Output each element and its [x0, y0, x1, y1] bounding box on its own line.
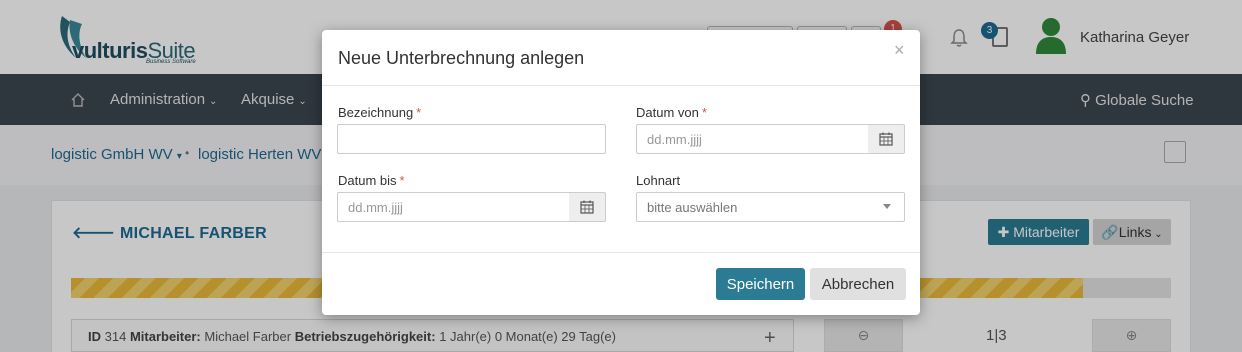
lohnart-label: Lohnart	[636, 173, 681, 188]
datum-bis-label: Datum bis *	[338, 173, 405, 188]
bezeichnung-label-text: Bezeichnung	[338, 105, 414, 120]
datum-von-calendar-button[interactable]	[868, 124, 905, 154]
cancel-button[interactable]: Abbrechen	[810, 268, 906, 300]
calendar-icon	[580, 200, 594, 214]
dialog-divider	[322, 85, 920, 86]
save-button[interactable]: Speichern	[716, 268, 805, 300]
bezeichnung-input[interactable]	[337, 124, 606, 154]
close-icon[interactable]: ×	[894, 40, 905, 61]
lohnart-select[interactable]: bitte auswählen	[636, 192, 905, 222]
bezeichnung-label: Bezeichnung *	[338, 105, 421, 120]
datum-von-input[interactable]	[636, 124, 869, 154]
datum-von-label: Datum von *	[636, 105, 707, 120]
caret-down-icon	[883, 204, 891, 209]
required-marker: *	[399, 173, 405, 188]
dialog-footer-divider	[322, 252, 920, 253]
required-marker: *	[701, 105, 707, 120]
datum-bis-label-text: Datum bis	[338, 173, 397, 188]
datum-bis-input[interactable]	[337, 192, 570, 222]
required-marker: *	[416, 105, 422, 120]
calendar-icon	[879, 132, 893, 146]
datum-von-label-text: Datum von	[636, 105, 699, 120]
dialog-title: Neue Unterbrechnung anlegen	[338, 48, 585, 68]
datum-bis-calendar-button[interactable]	[569, 192, 606, 222]
new-interruption-dialog: Neue Unterbrechnung anlegen × Bezeichnun…	[322, 30, 920, 315]
